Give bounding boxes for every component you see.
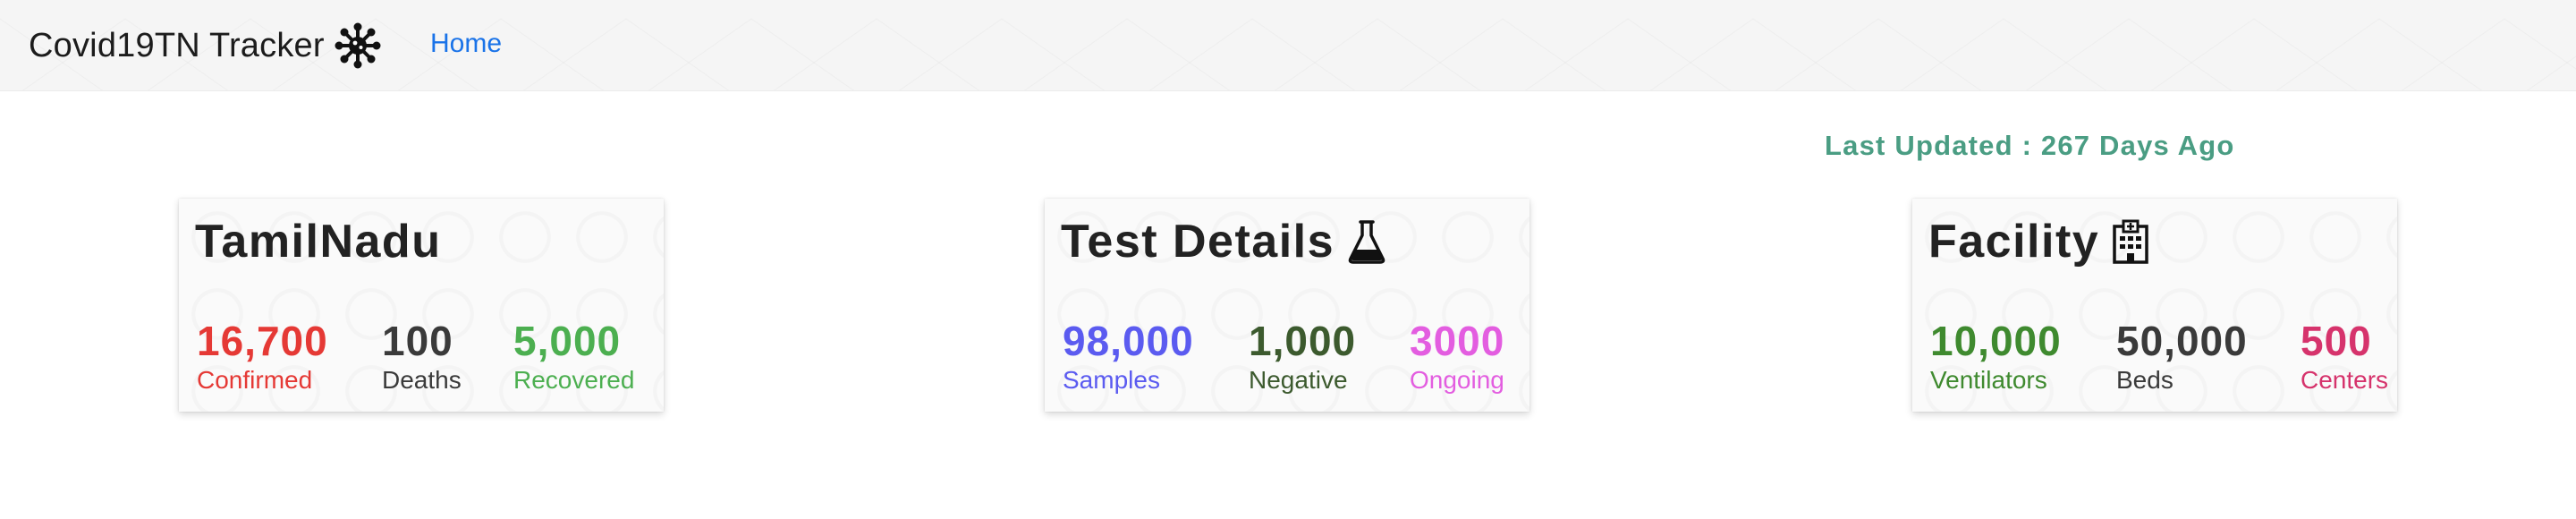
stat-value: 1,000 bbox=[1249, 318, 1357, 364]
stat-label: Recovered bbox=[513, 366, 635, 394]
navbar: Covid19TN Tracker Home bbox=[0, 0, 2576, 91]
stat-label: Deaths bbox=[382, 366, 462, 394]
stat-label: Centers bbox=[2301, 366, 2389, 394]
stat-beds: 50,000 Beds bbox=[2116, 319, 2248, 396]
stat-deaths: 100 Deaths bbox=[382, 319, 462, 396]
stat-label: Samples bbox=[1063, 366, 1160, 394]
stat-value: 5,000 bbox=[513, 318, 622, 364]
flask-icon bbox=[1348, 220, 1385, 264]
stat-value: 3000 bbox=[1410, 318, 1505, 364]
card-title: Facility bbox=[1928, 215, 2149, 268]
stat-label: Ongoing bbox=[1410, 366, 1504, 394]
stat-confirmed: 16,700 Confirmed bbox=[197, 319, 328, 396]
stat-value: 16,700 bbox=[197, 318, 328, 364]
stat-value: 500 bbox=[2301, 318, 2372, 364]
tamilnadu-card: TamilNadu 16,700 Confirmed 100 Deaths 5,… bbox=[179, 199, 664, 412]
stat-value: 50,000 bbox=[2116, 318, 2248, 364]
stat-centers: 500 Centers bbox=[2301, 319, 2388, 396]
test-details-card: Test Details 98,000 Samples 1,000 Negati… bbox=[1045, 199, 1530, 412]
card-title: Test Details bbox=[1061, 215, 1386, 268]
last-updated-text: Last Updated : 267 Days Ago bbox=[1825, 130, 2235, 161]
virus-icon bbox=[335, 22, 381, 69]
stat-value: 98,000 bbox=[1063, 318, 1194, 364]
stat-value: 100 bbox=[382, 318, 453, 364]
stat-value: 10,000 bbox=[1930, 318, 2062, 364]
hospital-icon bbox=[2113, 219, 2148, 264]
stat-label: Beds bbox=[2116, 366, 2174, 394]
card-title-text: Facility bbox=[1928, 216, 2100, 268]
stat-recovered: 5,000 Recovered bbox=[513, 319, 634, 396]
facility-card: Facility 10,000 Ventilators 50,000 Beds … bbox=[1912, 199, 2397, 412]
brand[interactable]: Covid19TN Tracker bbox=[29, 21, 382, 70]
stat-label: Negative bbox=[1249, 366, 1348, 394]
stat-negative: 1,000 Negative bbox=[1249, 319, 1356, 396]
card-title-text: TamilNadu bbox=[195, 216, 442, 268]
card-title: TamilNadu bbox=[195, 215, 441, 268]
card-title-text: Test Details bbox=[1061, 216, 1335, 268]
nav-home-link[interactable]: Home bbox=[430, 29, 502, 59]
stat-label: Confirmed bbox=[197, 366, 313, 394]
stat-samples: 98,000 Samples bbox=[1063, 319, 1194, 396]
stat-ongoing: 3000 Ongoing bbox=[1410, 319, 1504, 396]
brand-title: Covid19TN Tracker bbox=[29, 26, 325, 64]
stat-label: Ventilators bbox=[1930, 366, 2047, 394]
stat-ventilators: 10,000 Ventilators bbox=[1930, 319, 2062, 396]
